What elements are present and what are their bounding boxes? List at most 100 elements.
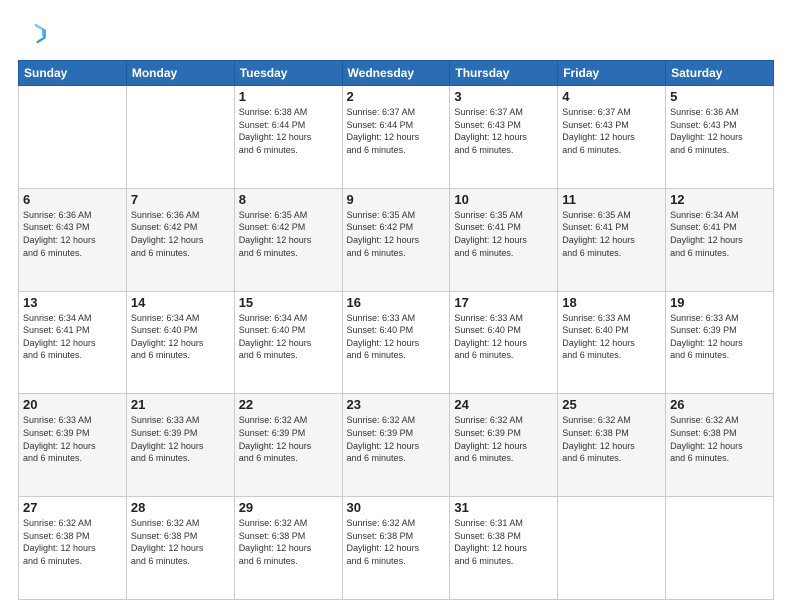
- calendar-cell: 1Sunrise: 6:38 AM Sunset: 6:44 PM Daylig…: [234, 86, 342, 189]
- day-info: Sunrise: 6:33 AM Sunset: 6:40 PM Dayligh…: [562, 312, 661, 362]
- day-number: 15: [239, 295, 338, 310]
- weekday-header-saturday: Saturday: [666, 61, 774, 86]
- day-number: 11: [562, 192, 661, 207]
- calendar-cell: 4 Sunrise: 6:37 AM Sunset: 6:43 PM Daylig…: [558, 86, 666, 189]
- day-number: 25: [562, 397, 661, 412]
- calendar-week-5: 27 Sunrise: 6:32 AM Sunset: 6:38 PM Dayli…: [19, 497, 774, 600]
- day-number: 24: [454, 397, 553, 412]
- day-number: 1: [239, 89, 338, 104]
- day-info: Sunrise: 6:32 AM Sunset: 6:38 PM Dayligh…: [347, 517, 446, 567]
- calendar-cell: 8 Sunrise: 6:35 AM Sunset: 6:42 PM Daylig…: [234, 188, 342, 291]
- day-number: 5: [670, 89, 769, 104]
- calendar-cell: 14 Sunrise: 6:34 AM Sunset: 6:40 PM Dayli…: [126, 291, 234, 394]
- calendar-cell: [666, 497, 774, 600]
- calendar-cell: [558, 497, 666, 600]
- calendar-cell: 6 Sunrise: 6:36 AM Sunset: 6:43 PM Daylig…: [19, 188, 127, 291]
- calendar-cell: 20Sunrise: 6:33 AM Sunset: 6:39 PM Dayli…: [19, 394, 127, 497]
- day-number: 18: [562, 295, 661, 310]
- calendar-cell: [19, 86, 127, 189]
- day-info: Sunrise: 6:33 AM Sunset: 6:40 PM Dayligh…: [347, 312, 446, 362]
- calendar-cell: 31Sunrise: 6:31 AM Sunset: 6:38 PM Dayli…: [450, 497, 558, 600]
- day-number: 7: [131, 192, 230, 207]
- calendar-cell: 28 Sunrise: 6:32 AM Sunset: 6:38 PM Dayli…: [126, 497, 234, 600]
- calendar-cell: 29Sunrise: 6:32 AM Sunset: 6:38 PM Dayli…: [234, 497, 342, 600]
- calendar-cell: 16 Sunrise: 6:33 AM Sunset: 6:40 PM Dayli…: [342, 291, 450, 394]
- header: [18, 18, 774, 50]
- day-number: 10: [454, 192, 553, 207]
- day-number: 26: [670, 397, 769, 412]
- day-info: Sunrise: 6:33 AM Sunset: 6:39 PM Dayligh…: [131, 414, 230, 464]
- day-info: Sunrise: 6:33 AM Sunset: 6:39 PM Dayligh…: [670, 312, 769, 362]
- calendar-cell: 23 Sunrise: 6:32 AM Sunset: 6:39 PM Dayli…: [342, 394, 450, 497]
- day-number: 19: [670, 295, 769, 310]
- day-number: 12: [670, 192, 769, 207]
- calendar-cell: 18 Sunrise: 6:33 AM Sunset: 6:40 PM Dayli…: [558, 291, 666, 394]
- weekday-header-sunday: Sunday: [19, 61, 127, 86]
- day-info: Sunrise: 6:35 AM Sunset: 6:42 PM Dayligh…: [347, 209, 446, 259]
- weekday-header-friday: Friday: [558, 61, 666, 86]
- calendar-cell: 25 Sunrise: 6:32 AM Sunset: 6:38 PM Dayli…: [558, 394, 666, 497]
- calendar-cell: 11 Sunrise: 6:35 AM Sunset: 6:41 PM Dayli…: [558, 188, 666, 291]
- day-number: 23: [347, 397, 446, 412]
- calendar-cell: 12 Sunrise: 6:34 AM Sunset: 6:41 PM Dayli…: [666, 188, 774, 291]
- day-number: 16: [347, 295, 446, 310]
- calendar-header-row: SundayMondayTuesdayWednesdayThursdayFrid…: [19, 61, 774, 86]
- day-info: Sunrise: 6:37 AM Sunset: 6:43 PM Dayligh…: [454, 106, 553, 156]
- calendar-cell: 24 Sunrise: 6:32 AM Sunset: 6:39 PM Dayli…: [450, 394, 558, 497]
- day-info: Sunrise: 6:32 AM Sunset: 6:38 PM Dayligh…: [131, 517, 230, 567]
- day-info: Sunrise: 6:32 AM Sunset: 6:39 PM Dayligh…: [454, 414, 553, 464]
- calendar-cell: 10 Sunrise: 6:35 AM Sunset: 6:41 PM Dayli…: [450, 188, 558, 291]
- calendar-cell: 21 Sunrise: 6:33 AM Sunset: 6:39 PM Dayli…: [126, 394, 234, 497]
- day-number: 21: [131, 397, 230, 412]
- weekday-header-monday: Monday: [126, 61, 234, 86]
- day-number: 27: [23, 500, 122, 515]
- day-info: Sunrise: 6:32 AM Sunset: 6:39 PM Dayligh…: [239, 414, 338, 464]
- day-number: 31: [454, 500, 553, 515]
- calendar-cell: 9 Sunrise: 6:35 AM Sunset: 6:42 PM Daylig…: [342, 188, 450, 291]
- calendar-cell: [126, 86, 234, 189]
- day-info: Sunrise: 6:34 AM Sunset: 6:40 PM Dayligh…: [131, 312, 230, 362]
- day-info: Sunrise: 6:35 AM Sunset: 6:41 PM Dayligh…: [562, 209, 661, 259]
- calendar-cell: 30 Sunrise: 6:32 AM Sunset: 6:38 PM Dayli…: [342, 497, 450, 600]
- day-number: 20: [23, 397, 122, 412]
- day-number: 2: [347, 89, 446, 104]
- day-info: Sunrise: 6:35 AM Sunset: 6:41 PM Dayligh…: [454, 209, 553, 259]
- day-info: Sunrise: 6:37 AM Sunset: 6:43 PM Dayligh…: [562, 106, 661, 156]
- day-info: Sunrise: 6:33 AM Sunset: 6:40 PM Dayligh…: [454, 312, 553, 362]
- day-number: 28: [131, 500, 230, 515]
- logo-icon: [18, 18, 50, 50]
- calendar-cell: 26 Sunrise: 6:32 AM Sunset: 6:38 PM Dayli…: [666, 394, 774, 497]
- day-info: Sunrise: 6:37 AM Sunset: 6:44 PM Dayligh…: [347, 106, 446, 156]
- day-number: 30: [347, 500, 446, 515]
- day-number: 14: [131, 295, 230, 310]
- day-info: Sunrise: 6:35 AM Sunset: 6:42 PM Dayligh…: [239, 209, 338, 259]
- weekday-header-wednesday: Wednesday: [342, 61, 450, 86]
- calendar-week-2: 6 Sunrise: 6:36 AM Sunset: 6:43 PM Daylig…: [19, 188, 774, 291]
- day-number: 3: [454, 89, 553, 104]
- day-info: Sunrise: 6:36 AM Sunset: 6:43 PM Dayligh…: [670, 106, 769, 156]
- day-info: Sunrise: 6:36 AM Sunset: 6:42 PM Dayligh…: [131, 209, 230, 259]
- day-number: 8: [239, 192, 338, 207]
- calendar-cell: 15 Sunrise: 6:34 AM Sunset: 6:40 PM Dayli…: [234, 291, 342, 394]
- calendar-cell: 7 Sunrise: 6:36 AM Sunset: 6:42 PM Daylig…: [126, 188, 234, 291]
- day-info: Sunrise: 6:32 AM Sunset: 6:38 PM Dayligh…: [23, 517, 122, 567]
- weekday-header-thursday: Thursday: [450, 61, 558, 86]
- calendar-week-3: 13Sunrise: 6:34 AM Sunset: 6:41 PM Dayli…: [19, 291, 774, 394]
- day-info: Sunrise: 6:32 AM Sunset: 6:38 PM Dayligh…: [670, 414, 769, 464]
- calendar-cell: 5 Sunrise: 6:36 AM Sunset: 6:43 PM Daylig…: [666, 86, 774, 189]
- day-number: 9: [347, 192, 446, 207]
- day-info: Sunrise: 6:32 AM Sunset: 6:38 PM Dayligh…: [239, 517, 338, 567]
- day-info: Sunrise: 6:36 AM Sunset: 6:43 PM Dayligh…: [23, 209, 122, 259]
- day-number: 6: [23, 192, 122, 207]
- day-number: 17: [454, 295, 553, 310]
- calendar-cell: 17 Sunrise: 6:33 AM Sunset: 6:40 PM Dayli…: [450, 291, 558, 394]
- day-number: 22: [239, 397, 338, 412]
- day-info: Sunrise: 6:34 AM Sunset: 6:41 PM Dayligh…: [670, 209, 769, 259]
- day-info: Sunrise: 6:34 AM Sunset: 6:40 PM Dayligh…: [239, 312, 338, 362]
- calendar-cell: 3 Sunrise: 6:37 AM Sunset: 6:43 PM Daylig…: [450, 86, 558, 189]
- day-info: Sunrise: 6:32 AM Sunset: 6:39 PM Dayligh…: [347, 414, 446, 464]
- day-number: 4: [562, 89, 661, 104]
- calendar-cell: 2 Sunrise: 6:37 AM Sunset: 6:44 PM Daylig…: [342, 86, 450, 189]
- day-info: Sunrise: 6:32 AM Sunset: 6:38 PM Dayligh…: [562, 414, 661, 464]
- day-info: Sunrise: 6:34 AM Sunset: 6:41 PM Dayligh…: [23, 312, 122, 362]
